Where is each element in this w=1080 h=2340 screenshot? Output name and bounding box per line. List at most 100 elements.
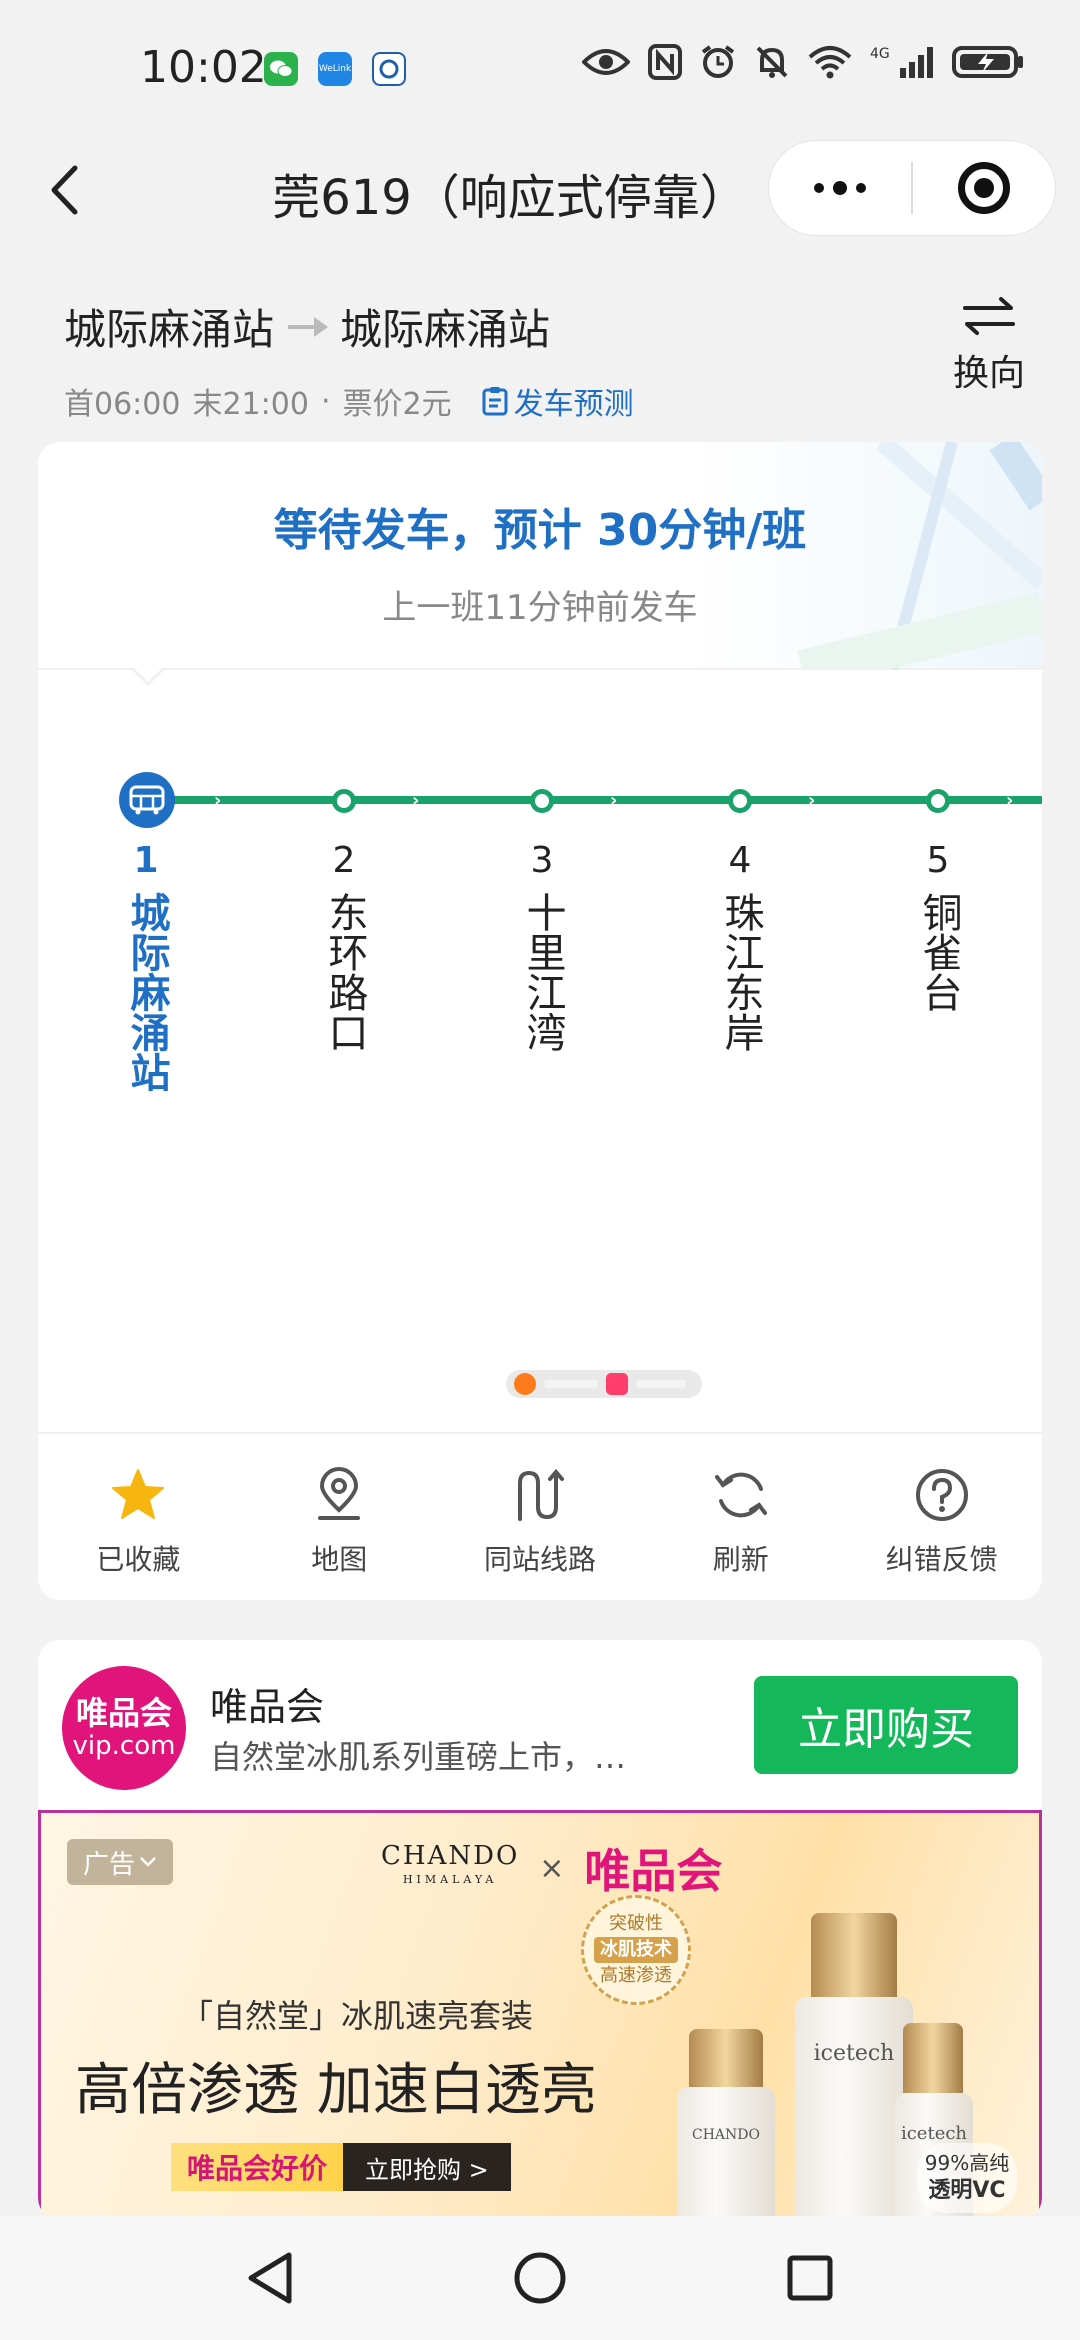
nav-home-button[interactable] <box>510 2248 570 2308</box>
stop-name: 十里江湾 <box>519 892 566 1052</box>
action-label: 同站线路 <box>483 1543 596 1576</box>
action-bar: 已收藏 地图 同站线路 刷新 纠错反馈 <box>38 1432 1042 1600</box>
close-miniapp-button[interactable] <box>913 140 1055 236</box>
action-label: 已收藏 <box>96 1543 181 1576</box>
route-from: 城际麻涌站 <box>64 305 275 354</box>
cta-price: 唯品会好价 <box>171 2143 344 2191</box>
stop-dot <box>332 789 356 813</box>
first-bus-time: 首06:00 <box>64 387 181 422</box>
bottle-label: icetech <box>900 2123 968 2144</box>
vc-badge: 99%高纯 透明VC <box>917 2143 1017 2213</box>
stop-number: 4 <box>728 840 752 881</box>
brand-row: CHANDO HIMALAYA × 唯品会 <box>381 1835 722 1901</box>
swap-direction-button[interactable]: 换向 <box>934 296 1044 396</box>
system-icons: 4G <box>582 44 1024 80</box>
chando-logo: CHANDO HIMALAYA <box>381 1841 520 1892</box>
partner-watermark <box>506 1370 702 1398</box>
bus-line-card: 等待发车，预计 30分钟/班 上一班11分钟前发车 › › › › › 1 城际… <box>38 442 1042 1600</box>
logo-domain: vip.com <box>72 1731 176 1761</box>
dot-icon <box>856 183 866 193</box>
forecast-link[interactable]: 发车预测 <box>482 379 634 423</box>
vc-line2: 透明VC <box>928 2178 1006 2203</box>
stop-number: 3 <box>530 840 554 881</box>
wait-title: 等待发车，预计 30分钟/班 <box>273 505 807 556</box>
chevron-right-icon: › <box>1006 790 1014 811</box>
status-time: 10:02 <box>140 42 267 93</box>
buy-now-button[interactable]: 立即购买 <box>754 1676 1018 1774</box>
seal-mid: 冰肌技术 <box>594 1937 678 1963</box>
wechat-icon <box>264 52 298 86</box>
stop-number: 1 <box>133 840 159 881</box>
stop-number: 2 <box>332 840 356 881</box>
stop-number: 5 <box>926 840 950 881</box>
wifi-icon <box>808 46 852 79</box>
battery-icon <box>952 46 1023 78</box>
svg-text:4G: 4G <box>870 46 890 62</box>
cta-grab-button[interactable]: 立即抢购 > <box>343 2143 511 2191</box>
ad-banner[interactable]: 广告 CHANDO HIMALAYA × 唯品会 突破性 冰肌技术 高速渗透 「… <box>38 1810 1042 2220</box>
dot-icon <box>833 181 847 195</box>
same-station-lines-button[interactable]: 同站线路 <box>440 1434 641 1600</box>
chevron-right-icon: › <box>214 790 222 811</box>
stop-dot <box>728 789 752 813</box>
stop-line[interactable]: › › › › › 1 城际麻涌站 2 东环路口 3 十里江湾 4 珠江东岸 5… <box>38 670 1042 1398</box>
last-departure: 上一班11分钟前发车 <box>382 588 698 628</box>
ad-tag-button[interactable]: 广告 <box>67 1839 173 1885</box>
favorite-button[interactable]: 已收藏 <box>38 1434 239 1600</box>
action-label: 刷新 <box>712 1543 769 1576</box>
stop-dot <box>530 789 554 813</box>
refresh-icon <box>710 1464 772 1526</box>
route-icon <box>509 1464 571 1526</box>
route-track <box>148 796 1042 804</box>
forecast-label: 发车预测 <box>513 387 634 422</box>
more-button[interactable] <box>769 140 911 236</box>
square-recents-icon <box>787 2255 833 2301</box>
feedback-button[interactable]: 纠错反馈 <box>841 1434 1042 1600</box>
route-endpoints: 城际麻涌站 城际麻涌站 <box>64 296 634 357</box>
vip-logo: 唯品会 vip.com <box>62 1666 186 1790</box>
stop-name: 铜雀台 <box>915 892 962 1012</box>
nav-back-button[interactable] <box>240 2248 300 2308</box>
action-label: 纠错反馈 <box>885 1543 998 1576</box>
map-button[interactable]: 地图 <box>239 1434 440 1600</box>
circle-home-icon <box>514 2252 566 2304</box>
ad-advertiser: 唯品会 <box>210 1685 325 1729</box>
arrow-right-icon <box>288 316 329 337</box>
map-pin-icon <box>308 1464 370 1526</box>
bottle-label: icetech <box>813 2041 895 2066</box>
refresh-button[interactable]: 刷新 <box>640 1434 841 1600</box>
welink-icon: WeLink <box>318 52 352 86</box>
stop-name: 东环路口 <box>321 892 368 1052</box>
dot-icon <box>814 183 824 193</box>
meta-separator: · <box>320 383 331 419</box>
wait-status: 等待发车，预计 30分钟/班 上一班11分钟前发车 <box>38 442 1042 670</box>
signal-icon: 4G <box>870 46 933 78</box>
route-meta: 首06:00 末21:00 · 票价2元 发车预测 <box>64 379 634 423</box>
nav-recents-button[interactable] <box>780 2248 840 2308</box>
ad-card[interactable]: 唯品会 vip.com 唯品会 自然堂冰肌系列重磅上市，… 立即购买 广告 CH… <box>38 1640 1042 2220</box>
fare: 票价2元 <box>342 387 452 422</box>
chevron-right-icon: › <box>412 790 420 811</box>
mute-icon <box>756 46 788 78</box>
logo-text: 唯品会 <box>75 1694 172 1732</box>
seal-top: 突破性 <box>609 1913 663 1934</box>
system-nav-bar <box>0 2216 1080 2340</box>
stop-dot <box>926 789 950 813</box>
stop-name: 城际麻涌站 <box>123 892 170 1092</box>
action-label: 地图 <box>311 1543 368 1576</box>
watermark-blur <box>636 1380 686 1388</box>
bus-icon <box>119 772 175 828</box>
chando-sub: HIMALAYA <box>402 1873 498 1886</box>
help-icon <box>911 1464 973 1526</box>
title-bar: 莞619（响应式停靠） <box>0 130 1080 250</box>
eye-icon <box>582 49 630 75</box>
watermark-blur <box>544 1380 598 1388</box>
ad-headline-small: 「自然堂」冰肌速亮套装 <box>181 1997 534 2035</box>
miniapp-capsule <box>768 140 1056 236</box>
vc-line1: 99%高纯 <box>924 2151 1010 2175</box>
chando-name: CHANDO <box>381 1841 520 1871</box>
brand-cross: × <box>539 1850 565 1886</box>
ad-cta: 唯品会好价 立即抢购 > <box>171 2143 511 2191</box>
ad-description: 自然堂冰肌系列重磅上市，… <box>210 1738 627 1776</box>
app-icon <box>372 52 406 86</box>
